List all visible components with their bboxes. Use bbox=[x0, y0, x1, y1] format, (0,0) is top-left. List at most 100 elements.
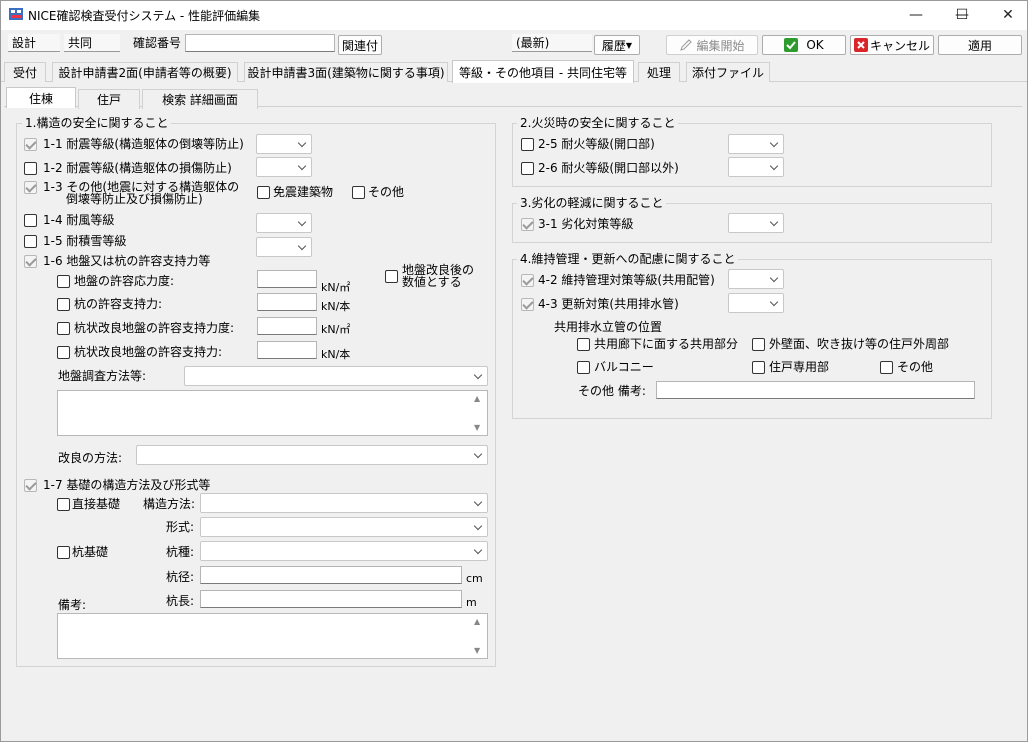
checkbox-kuijou-ouryoku[interactable] bbox=[57, 322, 70, 335]
label-1-7: 1-7 基礎の構造方法及び形式等 bbox=[43, 478, 211, 492]
pencil-icon bbox=[680, 39, 693, 51]
label-kui-kiso: 杭基礎 bbox=[72, 545, 109, 559]
checkbox-4-3[interactable] bbox=[521, 298, 534, 311]
minimize-button-2[interactable]: — bbox=[893, 0, 939, 30]
dropdown-1-4[interactable] bbox=[256, 213, 312, 233]
dropdown-1-5[interactable] bbox=[256, 237, 312, 257]
textarea-chosa[interactable] bbox=[57, 390, 488, 436]
dropdown-1-2[interactable] bbox=[256, 157, 312, 177]
checkbox-juko-senyou[interactable] bbox=[752, 361, 765, 374]
label-kyouyou-rouka: 共用廊下に面する共用部分 bbox=[594, 337, 739, 351]
label-1-2: 1-2 耐震等級(構造躯体の損傷防止) bbox=[43, 161, 232, 175]
dropdown-4-3[interactable] bbox=[728, 293, 784, 313]
tab-shinsei3[interactable]: 設計申請書3面(建築物に関する事項) bbox=[244, 62, 448, 82]
kakunin-input[interactable] bbox=[185, 34, 335, 52]
checkbox-kuijou-shiji[interactable] bbox=[57, 346, 70, 359]
scrollbar-bikou[interactable] bbox=[470, 614, 487, 658]
close-icon: ✕ bbox=[1002, 7, 1014, 23]
label-chokusetsu: 直接基礎 bbox=[72, 497, 121, 511]
label-kuijou-ouryoku: 杭状改良地盤の許容支持力度: bbox=[74, 321, 235, 335]
ok-label: OK bbox=[806, 38, 824, 52]
dropdown-keishiki[interactable] bbox=[200, 517, 488, 537]
subtab-kensaku[interactable]: 検索 詳細画面 bbox=[142, 89, 258, 109]
tab-shinsei2[interactable]: 設計申請書2面(申請者等の概要) bbox=[52, 62, 238, 82]
label-juko-senyou: 住戸専用部 bbox=[769, 360, 830, 374]
checkbox-4-sonota[interactable] bbox=[880, 361, 893, 374]
checkbox-1-2[interactable] bbox=[24, 162, 37, 175]
kanren-button[interactable]: 関連付 bbox=[338, 35, 382, 55]
checkbox-balcony[interactable] bbox=[577, 361, 590, 374]
ok-button[interactable]: OK bbox=[762, 35, 846, 55]
label-keishiki: 形式: bbox=[166, 520, 195, 534]
dropdown-kouzou-houhou[interactable] bbox=[200, 493, 488, 513]
section4-title: 4.維持管理・更新への配慮に関すること bbox=[517, 252, 739, 266]
cancel-label: キャンセル bbox=[869, 38, 930, 53]
app-icon bbox=[9, 8, 23, 20]
dropdown-1-1[interactable] bbox=[256, 134, 312, 154]
checkbox-1-3[interactable] bbox=[24, 181, 37, 194]
checkbox-1-1[interactable] bbox=[24, 138, 37, 151]
checkbox-menshin[interactable] bbox=[257, 186, 270, 199]
history-label: 履歴 bbox=[601, 38, 626, 53]
maximize-button[interactable]: ☐ bbox=[939, 0, 985, 30]
section2-title: 2.火災時の安全に関すること bbox=[517, 116, 679, 130]
checkbox-gaiheki[interactable] bbox=[752, 338, 765, 351]
dropdown-kairyo-houhou[interactable] bbox=[136, 445, 488, 465]
label-4-sonota: その他 bbox=[897, 360, 934, 374]
dropdown-2-6[interactable] bbox=[728, 157, 784, 177]
textarea-bikou[interactable] bbox=[57, 613, 488, 659]
checkbox-chokusetsu[interactable] bbox=[57, 498, 70, 511]
input-kuichou[interactable] bbox=[200, 590, 462, 608]
checkbox-3-1[interactable] bbox=[521, 218, 534, 231]
input-jiban-ouryoku[interactable] bbox=[257, 270, 317, 288]
checkbox-1-7[interactable] bbox=[24, 479, 37, 492]
label-kuikei: 杭径: bbox=[166, 570, 195, 584]
tab-tokyu[interactable]: 等級・その他項目 - 共同住宅等 bbox=[452, 60, 634, 83]
close-button[interactable]: ✕ bbox=[985, 0, 1028, 30]
input-kuijou-ouryoku[interactable] bbox=[257, 317, 317, 335]
dropdown-kuishu[interactable] bbox=[200, 541, 488, 561]
subtab-jutou[interactable]: 住棟 bbox=[6, 87, 76, 108]
input-kuijou-shiji[interactable] bbox=[257, 341, 317, 359]
label-balcony: バルコニー bbox=[594, 360, 654, 374]
checkbox-4-2[interactable] bbox=[521, 274, 534, 287]
tab-shori[interactable]: 処理 bbox=[638, 62, 680, 82]
checkbox-kui-shiji[interactable] bbox=[57, 298, 70, 311]
checkbox-2-5[interactable] bbox=[521, 138, 534, 151]
input-kui-shiji[interactable] bbox=[257, 293, 317, 311]
apply-button[interactable]: 適用 bbox=[938, 35, 1022, 55]
edit-start-label: 編集開始 bbox=[696, 38, 745, 53]
checkbox-kyouyou-rouka[interactable] bbox=[577, 338, 590, 351]
checkbox-jiban-ouryoku[interactable] bbox=[57, 275, 70, 288]
history-button[interactable]: 履歴 ▼ bbox=[594, 35, 640, 55]
checkbox-2-6[interactable] bbox=[521, 162, 534, 175]
tab-tenpu[interactable]: 添付ファイル bbox=[686, 62, 770, 82]
checkbox-kui-kiso[interactable] bbox=[57, 546, 70, 559]
edit-start-button[interactable]: 編集開始 bbox=[666, 35, 758, 55]
cancel-x-icon bbox=[853, 38, 868, 52]
checkbox-1-6[interactable] bbox=[24, 255, 37, 268]
input-kuikei[interactable] bbox=[200, 566, 462, 584]
checkbox-kairyo-go[interactable] bbox=[385, 270, 398, 283]
cancel-button[interactable]: キャンセル bbox=[850, 35, 934, 55]
dropdown-2-5[interactable] bbox=[728, 134, 784, 154]
tab-uketsuke[interactable]: 受付 bbox=[4, 62, 46, 82]
scrollbar-chosa[interactable] bbox=[470, 391, 487, 435]
label-kuishu: 杭種: bbox=[166, 545, 195, 559]
dropdown-4-2[interactable] bbox=[728, 269, 784, 289]
label-4-3: 4-3 更新対策(共用排水管) bbox=[538, 297, 679, 311]
label-1-5: 1-5 耐積雪等級 bbox=[43, 234, 127, 248]
label-3-1: 3-1 劣化対策等級 bbox=[538, 217, 634, 231]
subtab-juko[interactable]: 住戸 bbox=[78, 89, 140, 109]
checkbox-1-3-sonota[interactable] bbox=[352, 186, 365, 199]
unit-jiban-ouryoku: kN/㎡ bbox=[321, 281, 351, 294]
checkbox-1-4[interactable] bbox=[24, 214, 37, 227]
label-chosa: 地盤調査方法等: bbox=[58, 369, 147, 383]
label-2-5: 2-5 耐火等級(開口部) bbox=[538, 137, 655, 151]
check-icon bbox=[784, 38, 799, 52]
dropdown-chosa[interactable] bbox=[184, 366, 488, 386]
unit-kuikei: cm bbox=[466, 572, 483, 585]
input-sonota-bikou[interactable] bbox=[656, 381, 975, 399]
dropdown-3-1[interactable] bbox=[728, 213, 784, 233]
checkbox-1-5[interactable] bbox=[24, 235, 37, 248]
